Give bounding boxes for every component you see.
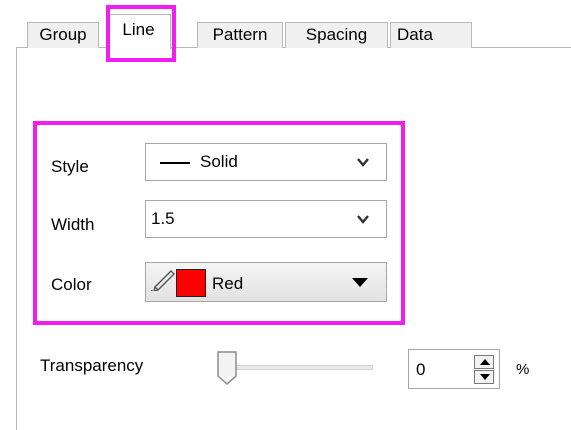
pencil-icon [151, 270, 175, 291]
arrow-down-icon [480, 374, 490, 380]
tab-pattern-label: Pattern [212, 25, 268, 44]
tab-line[interactable]: Line [106, 14, 171, 49]
transparency-label: Transparency [40, 356, 144, 375]
transparency-value: 0 [416, 360, 426, 379]
panel-border [16, 48, 17, 430]
spin-up-button[interactable] [474, 355, 494, 369]
tab-group-label: Group [39, 25, 87, 44]
transparency-slider-thumb[interactable] [216, 350, 238, 386]
color-label: Color [51, 275, 92, 294]
percent-unit: % [516, 361, 530, 378]
caret-down-icon [352, 278, 368, 287]
width-dropdown[interactable]: 1.5 [145, 200, 387, 238]
chevron-down-icon [357, 158, 369, 167]
style-label: Style [51, 157, 89, 176]
arrow-up-icon [480, 359, 490, 365]
tab-group[interactable]: Group [27, 22, 99, 48]
tab-data[interactable]: Data [390, 22, 472, 48]
tab-data-label: Data [397, 25, 433, 44]
color-dropdown[interactable]: Red [145, 262, 387, 302]
style-value: Solid [200, 152, 238, 171]
tab-spacing-label: Spacing [305, 25, 368, 44]
color-swatch [176, 269, 206, 297]
solid-line-icon [160, 162, 190, 164]
tab-spacing[interactable]: Spacing [285, 22, 388, 48]
width-label: Width [51, 215, 95, 234]
chevron-down-icon [357, 215, 369, 224]
width-value: 1.5 [151, 209, 175, 228]
tab-pattern[interactable]: Pattern [197, 22, 283, 48]
tab-line-label: Line [122, 20, 155, 39]
color-value: Red [212, 274, 244, 293]
transparency-slider-track[interactable] [220, 365, 373, 370]
spin-down-button[interactable] [474, 370, 494, 384]
style-dropdown[interactable]: Solid [145, 143, 387, 181]
